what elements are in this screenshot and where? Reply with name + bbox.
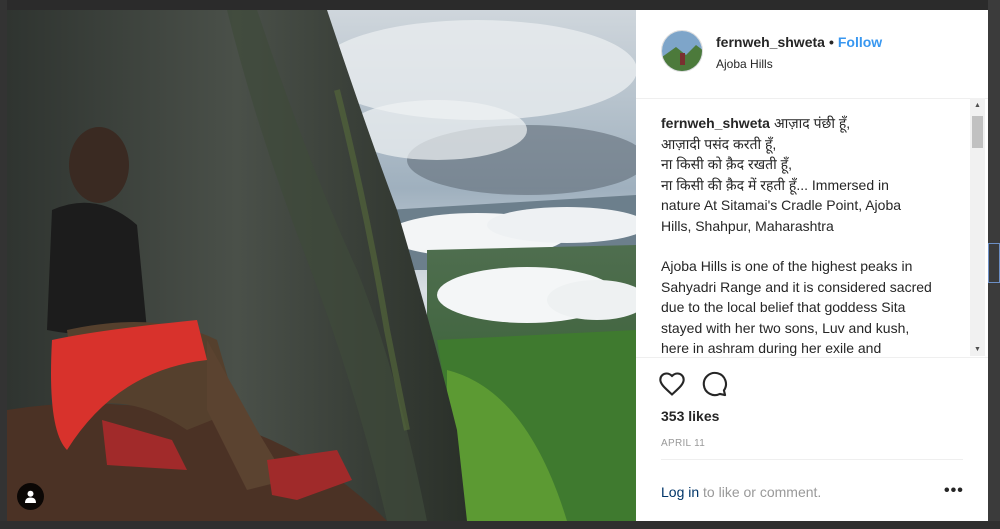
follow-button[interactable]: Follow [838,34,882,50]
caption-text: आज़ाद पंछी हूँ, [773,115,851,131]
likes-count[interactable]: 353 likes [661,408,719,424]
comment-icon [702,371,727,397]
caption-line: nature At Sitamai's Cradle Point, Ajoba [661,197,902,213]
caption-author[interactable]: fernweh_shweta [661,115,770,131]
next-post-edge[interactable] [988,243,1000,283]
heart-icon [659,372,685,396]
caption-area: fernweh_shweta आज़ाद पंछी हूँ, आज़ादी पसं… [661,113,961,361]
divider [661,459,963,460]
post-side-panel: fernweh_shweta • Follow Ajoba Hills fernwe… [636,10,988,521]
caption-line: stayed with her two sons, Luv and kush, [661,319,910,336]
caption-line: ना किसी को क़ैद रखती हूँ, [661,156,792,172]
post-date[interactable]: APRIL 11 [661,438,705,449]
username[interactable]: fernweh_shweta [716,34,825,50]
location-link[interactable]: Ajoba Hills [716,57,773,71]
action-bar [658,370,728,398]
divider [636,357,988,358]
backdrop-bottom [0,521,1000,529]
caption-line: fernweh_shweta आज़ाद पंछी हूँ, [661,113,961,134]
post-header: fernweh_shweta • Follow Ajoba Hills [636,10,988,99]
caption-line: due to the local belief that goddess Sit… [661,299,906,315]
tagged-user-button[interactable] [17,483,44,510]
login-prompt-text: to like or comment. [699,484,822,500]
caption-scrollbar[interactable]: ▲ ▼ [970,98,985,356]
backdrop-left [0,0,7,529]
caption-line: Ajoba Hills is one of the highest peaks … [661,258,913,274]
login-link[interactable]: Log in [661,484,699,500]
login-prompt: Log in to like or comment. [661,484,821,500]
user-icon [25,490,36,503]
post-photo[interactable] [7,10,636,521]
caption-line: Sahyadri Range and it is considered sacr… [661,278,932,295]
photo-illustration [7,10,636,521]
like-button[interactable] [658,370,686,398]
more-options-icon[interactable]: ••• [944,482,964,500]
scroll-up-icon[interactable]: ▲ [970,98,985,112]
caption-line: आज़ादी पसंद करती हूँ, [661,135,777,152]
backdrop-top [0,0,1000,10]
comment-button[interactable] [700,370,728,398]
username-row: fernweh_shweta • Follow [716,34,882,50]
avatar[interactable] [661,30,703,72]
scrollbar-thumb[interactable] [972,116,983,148]
caption-line: ना किसी की क़ैद में रहती हूँ... Immersed… [661,176,889,193]
caption-line: here in ashram during her exile and [661,340,882,356]
separator-dot: • [828,34,834,50]
caption-line: Hills, Shahpur, Maharashtra [661,217,834,234]
scroll-down-icon[interactable]: ▼ [970,342,985,356]
avatar-image [662,31,702,71]
